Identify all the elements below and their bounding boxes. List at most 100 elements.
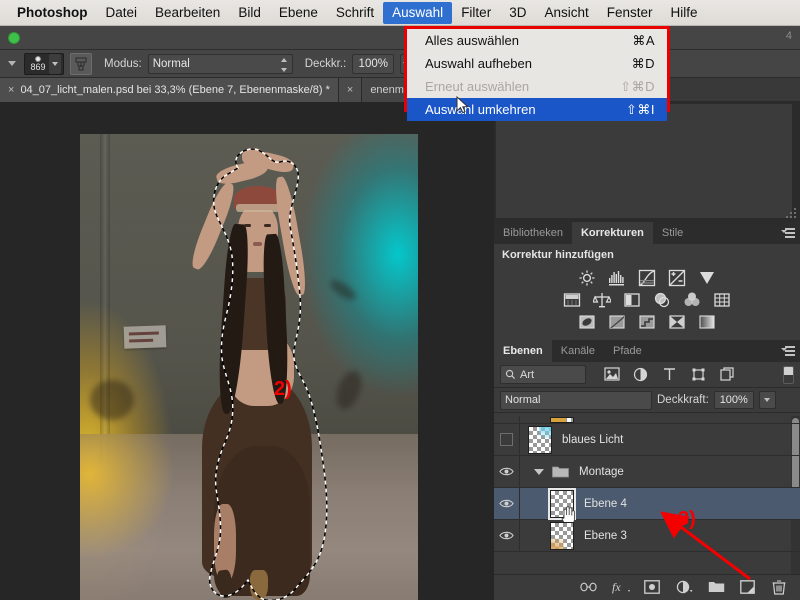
menubar-item-3d[interactable]: 3D — [500, 2, 535, 24]
corrections-panel-menu-icon[interactable] — [781, 228, 795, 238]
filter-adjustment-layers-icon[interactable] — [633, 367, 649, 383]
canvas-area[interactable] — [0, 102, 494, 600]
eye-icon[interactable] — [499, 530, 514, 541]
exposure-icon[interactable] — [667, 268, 688, 287]
brush-size-control[interactable]: 869 — [24, 52, 64, 75]
invert-icon[interactable] — [577, 312, 598, 331]
auswahl-dropdown-menu[interactable]: Alles auswählen ⌘A Auswahl aufheben ⌘D E… — [404, 26, 670, 121]
layer-visibility-cell[interactable] — [494, 424, 520, 455]
delete-layer-icon[interactable] — [772, 579, 788, 596]
table-row[interactable]: Ebene 3 — [494, 520, 800, 552]
layer-opacity-input[interactable]: 100% — [713, 391, 754, 409]
group-disclosure-icon[interactable] — [534, 468, 544, 475]
menubar-item-ansicht[interactable]: Ansicht — [535, 2, 597, 24]
tab-korrekturen[interactable]: Korrekturen — [571, 222, 653, 244]
table-row[interactable]: Montage — [494, 456, 800, 488]
layer-opacity-chevron-icon[interactable] — [758, 391, 776, 409]
photo-filter-icon[interactable] — [652, 290, 673, 309]
layer-name[interactable]: blaues Licht — [562, 434, 623, 446]
menu-item-shortcut: ⇧⌘I — [625, 101, 655, 117]
menubar-item-hilfe[interactable]: Hilfe — [662, 2, 707, 24]
layer-list[interactable]: blaues Licht Montage Ebene 4 Ebene 3 — [494, 416, 800, 574]
fx-icon[interactable]: fx — [612, 580, 630, 596]
new-layer-icon[interactable] — [740, 579, 756, 596]
window-zoom-button[interactable] — [8, 32, 20, 44]
posterize-icon[interactable] — [607, 312, 628, 331]
color-lookup-icon[interactable] — [712, 290, 733, 309]
document-tab-1[interactable]: × — [338, 78, 363, 102]
new-group-icon[interactable] — [708, 580, 725, 596]
wall-sign — [123, 325, 167, 349]
layer-name[interactable]: Ebene 3 — [584, 530, 627, 542]
eye-icon[interactable] — [499, 498, 514, 509]
menu-item-alles-auswaehlen[interactable]: Alles auswählen ⌘A — [407, 29, 667, 52]
curves-icon[interactable] — [637, 268, 658, 287]
layer-visibility-cell[interactable] — [494, 488, 520, 519]
layer-visibility-cell[interactable] — [494, 416, 520, 423]
document-tab-0[interactable]: × 04_07_licht_malen.psd bei 33,3% (Ebene… — [0, 78, 339, 102]
tab-kanaele[interactable]: Kanäle — [552, 340, 604, 362]
layers-panel: Ebenen Kanäle Pfade Art Normal Deckkraft… — [494, 340, 800, 600]
resize-grip-icon[interactable] — [786, 208, 796, 218]
layer-thumbnail[interactable] — [528, 425, 552, 454]
layer-thumbnail[interactable] — [550, 521, 574, 550]
table-row[interactable]: Ebene 4 — [494, 487, 800, 526]
layer-thumbnail[interactable] — [550, 416, 574, 423]
layers-panel-footer: fx — [494, 574, 800, 600]
tab-stile[interactable]: Stile — [653, 222, 692, 244]
filter-shape-layers-icon[interactable] — [691, 367, 707, 383]
brightness-contrast-icon[interactable] — [577, 268, 598, 287]
document-tab-close-icon-2[interactable]: × — [347, 84, 353, 96]
menubar-item-bild[interactable]: Bild — [229, 2, 270, 24]
table-row[interactable]: blaues Licht — [494, 424, 800, 456]
layer-visibility-cell[interactable] — [494, 520, 520, 551]
layer-filter-select[interactable]: Art — [500, 365, 586, 384]
filter-smart-objects-icon[interactable] — [720, 366, 736, 383]
airbrush-toggle-icon[interactable] — [70, 52, 92, 75]
document-tab-close-icon[interactable]: × — [8, 84, 14, 96]
layers-panel-menu-icon[interactable] — [781, 346, 795, 356]
menu-item-auswahl-aufheben[interactable]: Auswahl aufheben ⌘D — [407, 52, 667, 75]
eye-icon[interactable] — [499, 466, 514, 477]
menubar-item-fenster[interactable]: Fenster — [598, 2, 662, 24]
filter-enable-toggle[interactable] — [783, 365, 794, 384]
adjustment-layer-icon[interactable] — [676, 580, 693, 596]
filter-pixel-layers-icon[interactable] — [604, 366, 620, 383]
channel-mixer-icon[interactable] — [682, 290, 703, 309]
threshold-icon[interactable] — [637, 312, 658, 331]
menubar-item-photoshop[interactable]: Photoshop — [8, 2, 97, 24]
color-balance-icon[interactable] — [592, 290, 613, 309]
layer-blend-mode-select[interactable]: Normal — [500, 390, 652, 410]
menubar-item-schrift[interactable]: Schrift — [327, 2, 383, 24]
tab-ebenen[interactable]: Ebenen — [494, 340, 552, 362]
link-icon[interactable] — [580, 580, 597, 596]
selective-color-icon[interactable] — [667, 312, 688, 331]
tool-preset-chevron-icon[interactable] — [8, 61, 16, 66]
hue-saturation-icon[interactable] — [562, 290, 583, 309]
layer-mask-icon[interactable] — [644, 579, 660, 596]
black-white-icon[interactable] — [622, 290, 643, 309]
filter-type-layers-icon[interactable] — [662, 367, 678, 383]
menubar-item-auswahl[interactable]: Auswahl — [383, 1, 453, 24]
layer-name[interactable]: Montage — [579, 466, 624, 478]
search-icon — [505, 369, 516, 380]
menubar-item-filter[interactable]: Filter — [452, 2, 500, 24]
menubar: Photoshop Datei Bearbeiten Bild Ebene Sc… — [0, 0, 800, 26]
layer-name[interactable]: Ebene 4 — [584, 498, 627, 510]
menubar-item-bearbeiten[interactable]: Bearbeiten — [146, 2, 229, 24]
tab-bibliotheken[interactable]: Bibliotheken — [494, 222, 572, 244]
blend-mode-select[interactable]: Normal — [147, 53, 293, 74]
menubar-item-datei[interactable]: Datei — [97, 2, 147, 24]
menu-item-auswahl-umkehren[interactable]: Auswahl umkehren ⇧⌘I — [407, 98, 667, 121]
brush-dropdown-chevron-icon[interactable] — [49, 53, 61, 74]
levels-icon[interactable] — [607, 268, 628, 287]
eye-off-icon[interactable] — [500, 433, 513, 446]
vibrance-icon[interactable] — [697, 268, 718, 287]
document-canvas[interactable] — [80, 134, 418, 600]
gradient-map-icon[interactable] — [697, 312, 718, 331]
menubar-item-ebene[interactable]: Ebene — [270, 2, 327, 24]
layer-visibility-cell[interactable] — [494, 456, 520, 487]
tab-pfade[interactable]: Pfade — [604, 340, 651, 362]
table-row[interactable] — [494, 416, 800, 424]
opacity-input[interactable]: 100% — [352, 53, 395, 74]
